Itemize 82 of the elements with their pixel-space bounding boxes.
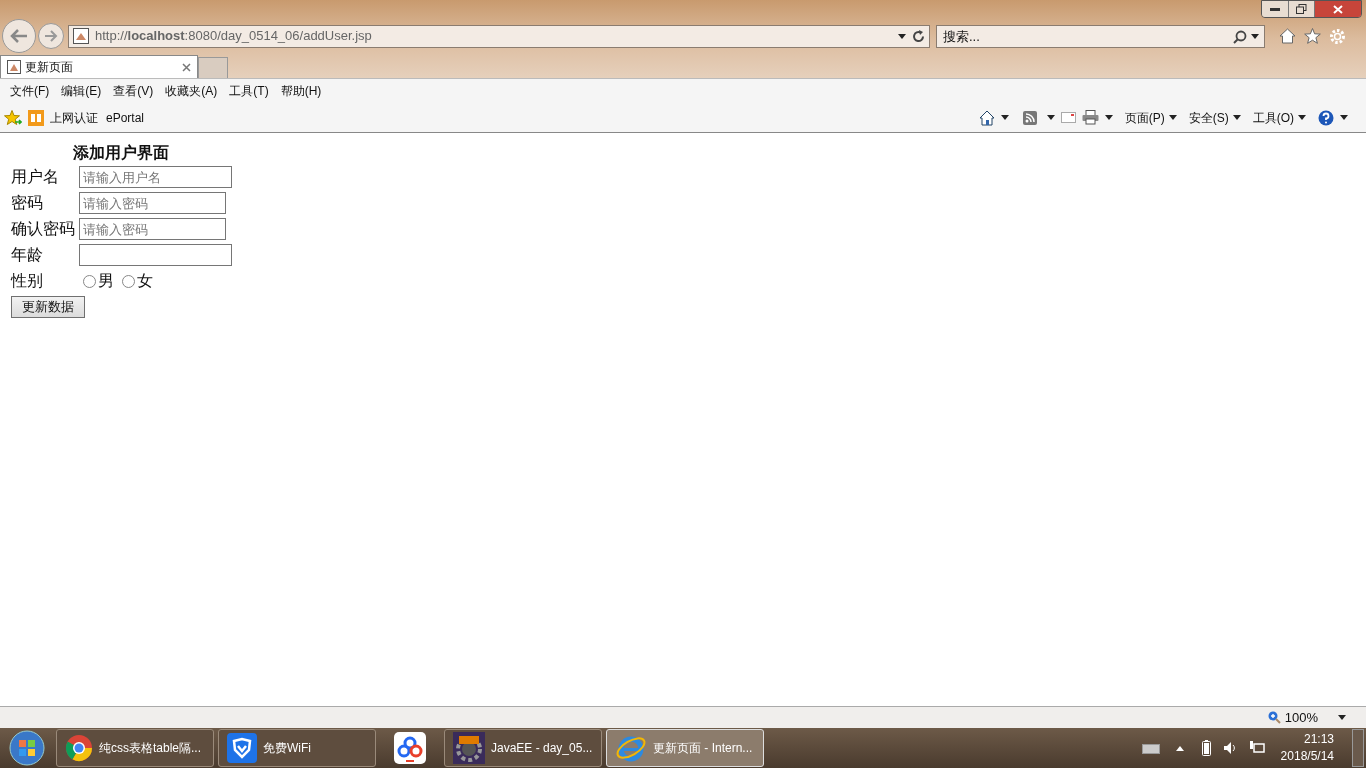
taskbar-button[interactable]: JavaEE - day_05... [444, 729, 602, 767]
zoom-level[interactable]: 100% [1284, 707, 1318, 728]
submit-button[interactable]: 更新数据 [11, 296, 85, 318]
dropdown-caret-icon [1338, 715, 1346, 720]
favorites-star-icon[interactable] [4, 109, 22, 126]
minimize-button[interactable] [1262, 1, 1289, 17]
field-label: 年龄 [11, 245, 44, 265]
menu-item[interactable]: 编辑(E) [55, 82, 108, 100]
text-field[interactable]: 请输入用户名 [79, 166, 232, 188]
star-icon[interactable] [1304, 28, 1321, 44]
taskbar-button[interactable]: 纯css表格table隔... [56, 729, 214, 767]
gear-icon [453, 732, 485, 764]
close-icon[interactable] [182, 62, 191, 72]
menu-item[interactable]: 帮助(H) [274, 82, 328, 100]
url-text: http://localhost:8080/day_0514_06/addUser.jsp [95, 27, 373, 46]
printer-icon[interactable] [1081, 110, 1099, 125]
field-label: 用户名 [11, 167, 60, 187]
battery-icon[interactable] [1201, 740, 1211, 756]
taskbar-button[interactable]: 免费WiFi [218, 729, 376, 767]
refresh-icon [912, 29, 925, 43]
back-arrow-icon [10, 29, 28, 43]
home-icon[interactable] [978, 109, 995, 126]
radio-button[interactable] [83, 274, 96, 288]
feed-icon[interactable] [1022, 110, 1037, 125]
field-label: 确认密码 [11, 219, 76, 239]
command-menu-button[interactable]: 页面(P) [1124, 108, 1177, 127]
text-field[interactable] [79, 244, 232, 266]
forward-arrow-icon [44, 30, 58, 42]
taskbar-button[interactable]: 更新页面 - Intern... [606, 729, 764, 767]
portal-logo-icon [28, 109, 44, 126]
menu-item[interactable]: 收藏夹(A) [159, 82, 224, 100]
field-label: 密码 [11, 193, 44, 213]
dropdown-caret-icon [1000, 115, 1009, 120]
dropdown-caret-icon [1340, 115, 1348, 120]
close-icon [1333, 4, 1343, 14]
menu-item[interactable]: 文件(F) [4, 82, 56, 100]
show-hidden-icons-icon[interactable] [1175, 745, 1184, 751]
close-button[interactable] [1315, 1, 1361, 17]
mail-icon[interactable] [1060, 112, 1076, 123]
text-field[interactable]: 请输入密码 [79, 192, 226, 214]
page-icon [7, 60, 21, 74]
command-menu-button[interactable]: 工具(O) [1252, 108, 1306, 127]
back-button[interactable] [2, 19, 36, 53]
cloud-icon [394, 732, 426, 764]
search-field[interactable]: 搜索... [936, 24, 1265, 48]
clock-date: 2018/5/14 [1280, 748, 1334, 765]
command-menu-button[interactable]: 安全(S) [1188, 108, 1241, 127]
favorites-link[interactable]: 上网认证 [50, 108, 98, 127]
dropdown-caret-icon [1104, 115, 1113, 120]
home-icon[interactable] [1279, 28, 1296, 44]
field-label: 性别 [11, 271, 44, 291]
browser-tab[interactable]: 更新页面 [0, 55, 198, 78]
tab-label: 更新页面 [25, 59, 74, 76]
dropdown-caret-icon [1251, 34, 1259, 39]
zoom-icon [1267, 711, 1281, 724]
search-icon[interactable] [1233, 29, 1247, 44]
network-icon[interactable] [1248, 741, 1265, 755]
minimize-icon [1270, 7, 1280, 11]
page-icon [73, 28, 89, 44]
keyboard-icon[interactable] [1141, 742, 1160, 754]
start-orb-icon [9, 730, 45, 766]
clock-time: 21:13 [1303, 731, 1334, 748]
help-icon[interactable] [1318, 109, 1334, 126]
dropdown-caret-icon [898, 33, 906, 39]
radio-label: 男 [98, 271, 114, 291]
favorites-link[interactable]: ePortal [106, 108, 145, 127]
restore-icon [1296, 4, 1307, 14]
menu-item[interactable]: 工具(T) [223, 82, 275, 100]
dropdown-caret-icon [1168, 115, 1177, 120]
dropdown-caret-icon [1046, 115, 1055, 120]
address-field[interactable]: http://localhost:8080/day_0514_06/addUser.jsp [68, 24, 930, 48]
shield-icon [227, 733, 257, 763]
form-heading: 添加用户界面 [73, 143, 169, 163]
restore-button[interactable] [1289, 1, 1315, 17]
dropdown-caret-icon [1232, 115, 1241, 120]
menu-item[interactable]: 查看(V) [107, 82, 160, 100]
dropdown-caret-icon [1298, 115, 1306, 120]
radio-button[interactable] [122, 274, 135, 288]
speaker-icon[interactable] [1222, 741, 1237, 755]
radio-label: 女 [137, 271, 153, 291]
text-field[interactable]: 请输入密码 [79, 218, 226, 240]
browser-logo-icon [65, 734, 93, 762]
